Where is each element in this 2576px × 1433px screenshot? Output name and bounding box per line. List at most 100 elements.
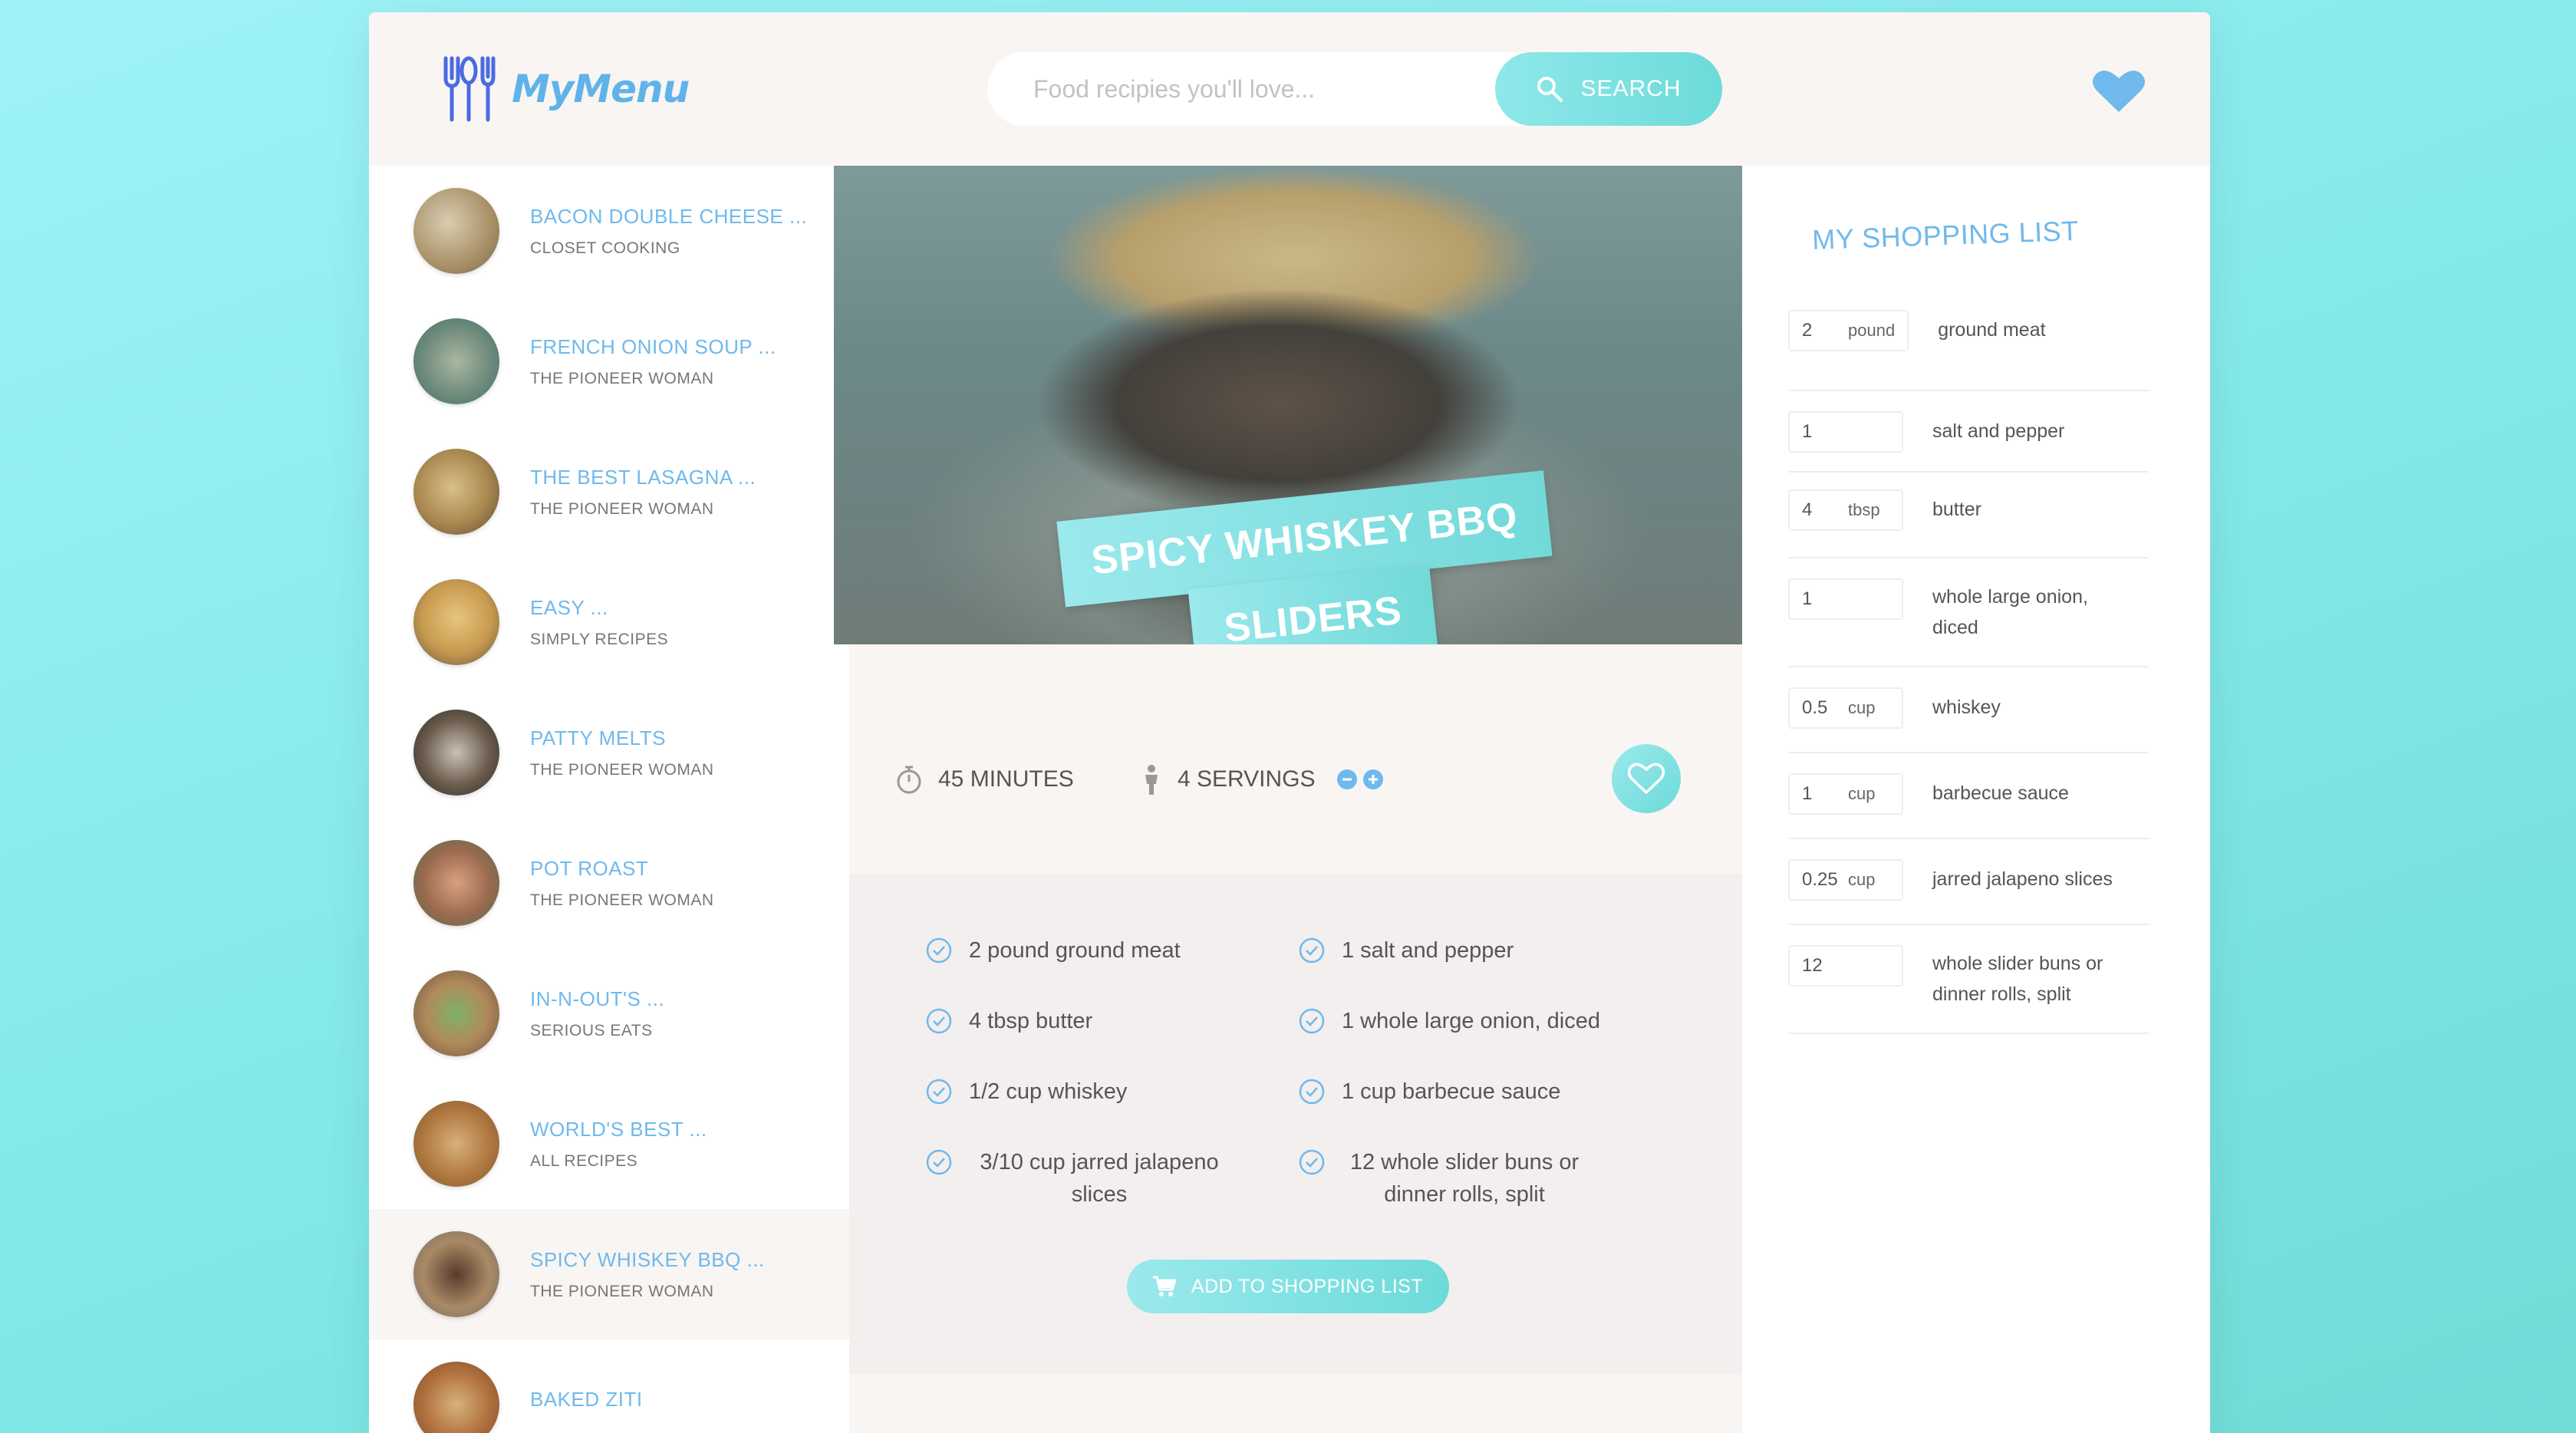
add-to-shopping-list-button[interactable]: ADD TO SHOPPING LIST [1127, 1260, 1449, 1313]
quantity-field[interactable]: 1 [1788, 411, 1903, 453]
decrease-servings-button[interactable] [1336, 769, 1357, 789]
search-input[interactable] [987, 52, 1495, 126]
recipe-thumbnail [413, 449, 499, 535]
recipe-publisher: CLOSET COOKING [530, 239, 680, 257]
recipe-item[interactable]: EASY ... SIMPLY RECIPES [369, 557, 849, 687]
recipe-title: BAKED ZITI [530, 1387, 643, 1411]
servings-value: 4 [1178, 766, 1191, 792]
ingredient-item: 3/10 cup jarred jalapeno slices [926, 1146, 1230, 1211]
recipe-item[interactable]: THE BEST LASAGNA ... THE PIONEER WOMAN [369, 427, 849, 557]
recipe-thumbnail [413, 1101, 499, 1187]
recipe-image: SPICY WHISKEY BBQ SLIDERS [834, 166, 1745, 644]
recipe-publisher: THE PIONEER WOMAN [530, 499, 714, 518]
recipe-thumbnail [413, 188, 499, 274]
recipe-item[interactable]: BAKED ZITI [369, 1339, 849, 1433]
recipe-title: WORLD'S BEST ... [530, 1117, 707, 1141]
recipe-item[interactable]: WORLD'S BEST ... ALL RECIPES [369, 1079, 849, 1209]
ingredient-item: 12 whole slider buns or dinner rolls, sp… [1299, 1146, 1587, 1211]
quantity-field[interactable]: 0.5 cup [1788, 687, 1903, 729]
stopwatch-icon [897, 766, 921, 794]
recipe-item-active[interactable]: SPICY WHISKEY BBQ ... THE PIONEER WOMAN [369, 1209, 849, 1339]
servings-unit: SERVINGS [1197, 766, 1316, 792]
quantity-field[interactable]: 12 [1788, 945, 1903, 987]
shopping-list: MY SHOPPING LIST 2 pound ground meat 1 sa… [1742, 166, 2210, 1433]
recipe-item[interactable]: POT ROAST THE PIONEER WOMAN [369, 818, 849, 948]
recipe-thumbnail [413, 710, 499, 796]
recipe-item[interactable]: FRENCH ONION SOUP ... THE PIONEER WOMAN [369, 296, 849, 427]
check-circle-icon [1299, 1079, 1325, 1105]
increase-servings-button[interactable] [1362, 769, 1383, 789]
recipe-thumbnail [413, 579, 499, 665]
shopping-item-description: ground meat [1938, 319, 2046, 341]
logo-text: MyMenu [512, 67, 690, 111]
shopping-item: 2 pound ground meat [1788, 305, 2149, 391]
recipe-title: SPICY WHISKEY BBQ ... [530, 1247, 765, 1271]
time-value: 45 [938, 766, 964, 792]
recipe-publisher: THE PIONEER WOMAN [530, 760, 714, 779]
ingredient-list: 2 pound ground meat 1 salt and pepper 4 … [849, 875, 1742, 1375]
recipe-title: FRENCH ONION SOUP ... [530, 334, 776, 358]
shopping-item: 1 salt and pepper [1788, 391, 2149, 473]
shopping-item: 0.25 cup jarred jalapeno slices [1788, 839, 2149, 925]
like-recipe-button[interactable] [1612, 744, 1681, 813]
shopping-cart-icon [1152, 1276, 1176, 1296]
recipe-view: SPICY WHISKEY BBQ SLIDERS 45 MINUTES 4 S… [834, 166, 1745, 1433]
check-circle-icon [1299, 937, 1325, 964]
ingredient-item: 1 whole large onion, diced [1299, 1005, 1600, 1037]
quantity-field[interactable]: 0.25 cup [1788, 859, 1903, 901]
search-bar: SEARCH [987, 52, 1722, 126]
shopping-item: 1 whole large onion, diced [1788, 558, 2149, 667]
ingredient-item: 2 pound ground meat [926, 934, 1181, 967]
search-button[interactable]: SEARCH [1495, 52, 1722, 126]
heart-outline-icon [1628, 763, 1665, 794]
check-circle-icon [926, 1008, 952, 1034]
recipe-publisher: SIMPLY RECIPES [530, 630, 669, 648]
recipe-thumbnail [413, 970, 499, 1056]
ingredient-item: 1 cup barbecue sauce [1299, 1076, 1560, 1108]
recipe-publisher: THE PIONEER WOMAN [530, 891, 714, 909]
check-circle-icon [926, 937, 952, 964]
ingredient-item: 4 tbsp butter [926, 1005, 1092, 1037]
recipe-item[interactable]: BACON DOUBLE CHEESE ... CLOSET COOKING [369, 166, 849, 296]
add-to-shopping-list-label: ADD TO SHOPPING LIST [1191, 1275, 1424, 1297]
shopping-list-title: MY SHOPPING LIST [1811, 214, 2080, 256]
recipe-thumbnail [413, 1362, 499, 1433]
quantity-field[interactable]: 2 pound [1788, 310, 1909, 351]
recipe-thumbnail [413, 840, 499, 926]
ingredient-item: 1/2 cup whiskey [926, 1076, 1127, 1108]
cutlery-icon [443, 56, 496, 122]
time-unit: MINUTES [970, 766, 1074, 792]
recipe-title: PATTY MELTS [530, 726, 666, 749]
recipe-publisher: THE PIONEER WOMAN [530, 1282, 714, 1300]
recipe-title: POT ROAST [530, 856, 649, 880]
recipe-publisher: SERIOUS EATS [530, 1021, 653, 1039]
header: MyMenu SEARCH [369, 12, 2210, 166]
recipe-item[interactable]: PATTY MELTS THE PIONEER WOMAN [369, 687, 849, 818]
check-circle-icon [1299, 1149, 1325, 1175]
recipe-title: BACON DOUBLE CHEESE ... [530, 204, 808, 228]
shopping-item-description: whole large onion, diced [1932, 586, 2088, 638]
quantity-field[interactable]: 1 [1788, 578, 1903, 620]
check-circle-icon [926, 1149, 952, 1175]
check-circle-icon [1299, 1008, 1325, 1034]
favorites-heart-icon[interactable] [2092, 68, 2146, 114]
shopping-item: 4 tbsp butter [1788, 473, 2149, 558]
recipe-results-list: BACON DOUBLE CHEESE ... CLOSET COOKING F… [369, 166, 849, 1433]
recipe-publisher: THE PIONEER WOMAN [530, 369, 714, 387]
recipe-details: 45 MINUTES 4 SERVINGS [849, 644, 1742, 875]
logo[interactable]: MyMenu [440, 55, 690, 123]
shopping-item: 1 cup barbecue sauce [1788, 753, 2149, 839]
app-window: MyMenu SEARCH BACON DOUBLE CHEESE ... CL… [369, 12, 2210, 1433]
shopping-item: 12 whole slider buns or dinner rolls, sp… [1788, 925, 2149, 1034]
recipe-directions-section [849, 1375, 1742, 1433]
quantity-field[interactable]: 1 cup [1788, 773, 1903, 815]
recipe-title: EASY ... [530, 595, 608, 619]
shopping-item-description: salt and pepper [1932, 420, 2065, 442]
recipe-item[interactable]: IN-N-OUT'S ... SERIOUS EATS [369, 948, 849, 1079]
quantity-field[interactable]: 4 tbsp [1788, 489, 1903, 531]
shopping-item-description: butter [1932, 499, 1981, 520]
cooking-time: 45 MINUTES [895, 764, 1074, 795]
recipe-publisher: ALL RECIPES [530, 1151, 638, 1170]
recipe-title: IN-N-OUT'S ... [530, 987, 665, 1010]
shopping-item-description: barbecue sauce [1932, 782, 2069, 804]
